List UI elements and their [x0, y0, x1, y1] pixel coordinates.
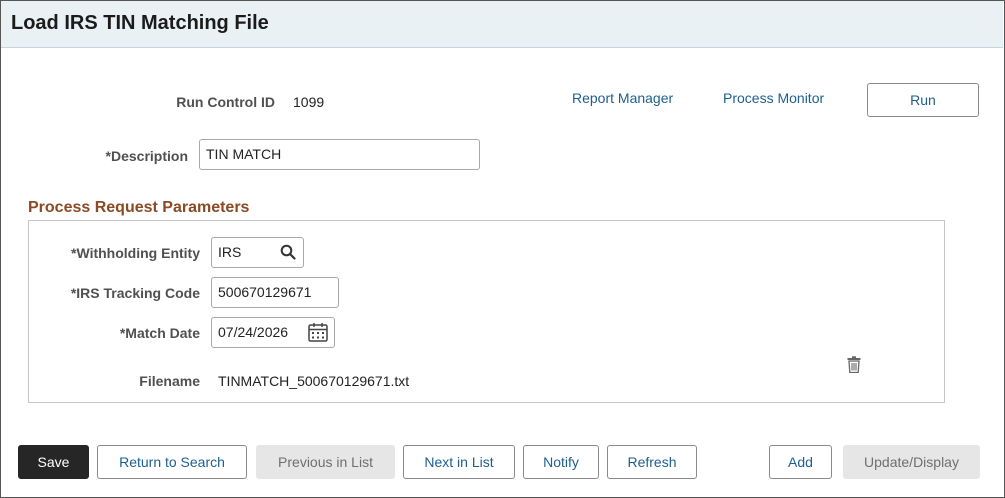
page-header: Load IRS TIN Matching File: [1, 1, 1003, 48]
return-to-search-button[interactable]: Return to Search: [97, 445, 247, 479]
run-control-value: 1099: [293, 94, 325, 110]
refresh-button[interactable]: Refresh: [607, 445, 697, 479]
add-button[interactable]: Add: [769, 445, 832, 479]
run-control-label: Run Control ID: [176, 94, 275, 110]
notify-button[interactable]: Notify: [523, 445, 599, 479]
withholding-entity-value: IRS: [218, 244, 242, 260]
irs-tracking-code-input[interactable]: 500670129671: [211, 277, 339, 308]
withholding-entity-label: *Withholding Entity: [71, 245, 200, 261]
filename-label: Filename: [139, 373, 200, 389]
description-label: *Description: [105, 148, 188, 164]
report-manager-link[interactable]: Report Manager: [572, 90, 673, 106]
page-title: Load IRS TIN Matching File: [11, 12, 269, 34]
next-in-list-button[interactable]: Next in List: [403, 445, 515, 479]
trash-icon[interactable]: [845, 354, 863, 374]
match-date-label: *Match Date: [119, 325, 200, 341]
calendar-icon[interactable]: [306, 320, 330, 344]
search-icon[interactable]: [278, 242, 298, 262]
previous-in-list-button[interactable]: Previous in List: [256, 445, 395, 479]
match-date-value: 07/24/2026: [218, 324, 289, 340]
description-input[interactable]: TIN MATCH: [199, 139, 480, 170]
update-display-button[interactable]: Update/Display: [843, 445, 980, 479]
run-button[interactable]: Run: [867, 83, 979, 117]
process-monitor-link[interactable]: Process Monitor: [723, 90, 824, 106]
save-button[interactable]: Save: [18, 445, 89, 479]
irs-tracking-code-label: *IRS Tracking Code: [70, 285, 200, 301]
filename-value: TINMATCH_500670129671.txt: [218, 373, 410, 389]
process-request-parameters-title: Process Request Parameters: [28, 199, 250, 216]
